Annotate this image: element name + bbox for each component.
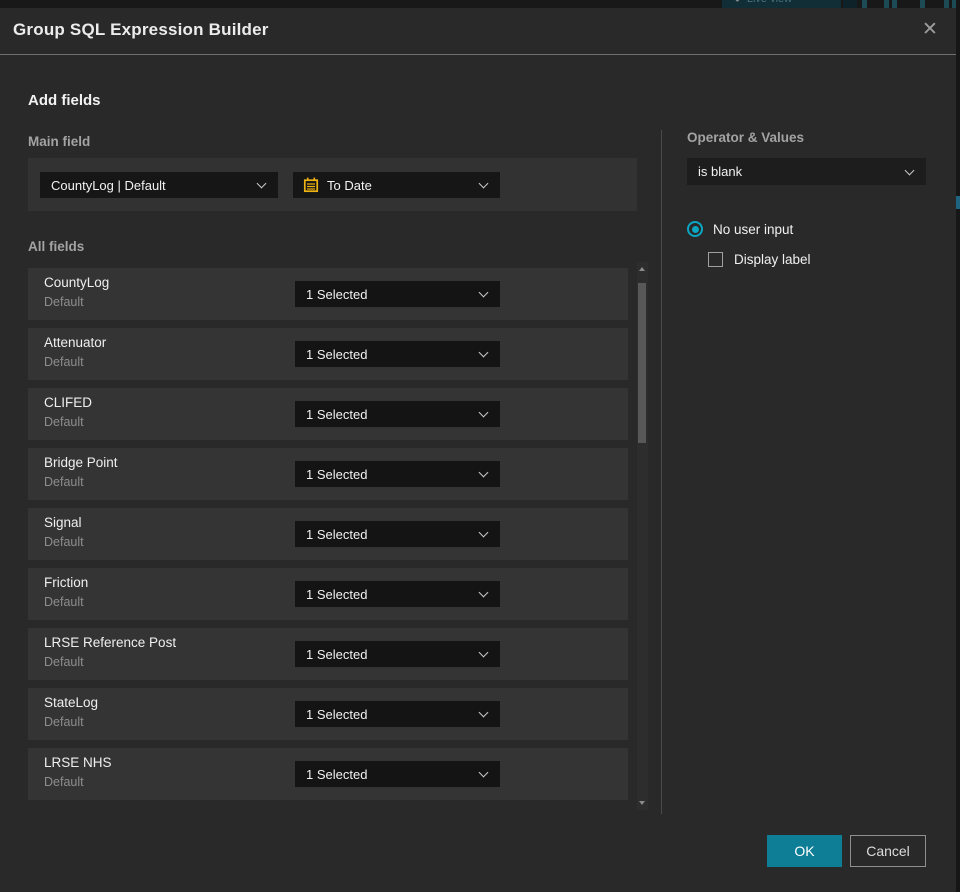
field-selection-value: 1 Selected (306, 526, 368, 542)
field-selection-dropdown[interactable]: 1 Selected (295, 641, 500, 667)
no-user-input-label: No user input (713, 221, 794, 237)
field-name: Signal (44, 515, 82, 530)
field-selection-dropdown[interactable]: 1 Selected (295, 281, 500, 307)
chevron-down-icon (478, 707, 489, 718)
chevron-down-icon (478, 287, 489, 298)
chevron-down-icon (256, 178, 267, 189)
all-fields-label: All fields (28, 239, 85, 254)
field-sublabel: Default (44, 535, 84, 549)
main-field-panel: CountyLog | Default To Date (28, 158, 637, 211)
chevron-down-icon (478, 178, 489, 189)
field-row-statelog: StateLog Default 1 Selected (28, 688, 628, 740)
scroll-down-icon[interactable] (639, 801, 645, 805)
live-view-label: Live view (747, 0, 792, 5)
checkbox-unchecked-icon (708, 252, 723, 267)
background-toolbar-icon (892, 0, 897, 8)
background-app-right-edge (956, 0, 960, 892)
chevron-down-icon (904, 165, 915, 175)
field-row-bridge-point: Bridge Point Default 1 Selected (28, 448, 628, 500)
field-selection-value: 1 Selected (306, 286, 368, 302)
field-sublabel: Default (44, 475, 84, 489)
scroll-up-icon[interactable] (639, 267, 645, 271)
field-selection-value: 1 Selected (306, 346, 368, 362)
field-row-friction: Friction Default 1 Selected (28, 568, 628, 620)
field-selection-value: 1 Selected (306, 406, 368, 422)
panel-divider (661, 130, 662, 814)
field-name: Bridge Point (44, 455, 118, 470)
field-row-lrse-reference-post: LRSE Reference Post Default 1 Selected (28, 628, 628, 680)
operator-select-value: is blank (698, 164, 743, 179)
display-label-label: Display label (734, 252, 811, 267)
field-sublabel: Default (44, 715, 84, 729)
background-toolbar-icon (884, 0, 889, 8)
ok-button[interactable]: OK (767, 835, 842, 867)
group-sql-expression-builder-dialog: Group SQL Expression Builder ✕ Add field… (0, 8, 956, 892)
background-toolbar-icon (920, 0, 925, 8)
background-toolbar-icon (944, 0, 949, 8)
chevron-down-icon (478, 527, 489, 538)
date-field-icon (303, 177, 319, 193)
dialog-titlebar: Group SQL Expression Builder ✕ (0, 8, 956, 55)
field-selection-value: 1 Selected (306, 766, 368, 782)
live-view-dot-icon: ● (735, 0, 740, 4)
field-selection-dropdown[interactable]: 1 Selected (295, 401, 500, 427)
field-name: LRSE NHS (44, 755, 112, 770)
field-row-lrse-nhs: LRSE NHS Default 1 Selected (28, 748, 628, 800)
main-field-select[interactable]: To Date (293, 172, 500, 198)
field-name: CLIFED (44, 395, 93, 410)
field-selection-value: 1 Selected (306, 586, 368, 602)
field-selection-dropdown[interactable]: 1 Selected (295, 341, 500, 367)
no-user-input-radio[interactable]: No user input (687, 221, 793, 237)
background-toolbar-icon (862, 0, 867, 8)
chevron-down-icon (478, 587, 489, 598)
field-name: Attenuator (44, 335, 107, 350)
background-selected-item-sliver (956, 196, 960, 209)
field-name: CountyLog (44, 275, 110, 290)
field-row-attenuator: Attenuator Default 1 Selected (28, 328, 628, 380)
field-name: Friction (44, 575, 89, 590)
field-name: LRSE Reference Post (44, 635, 177, 650)
chevron-down-icon (478, 407, 489, 418)
field-sublabel: Default (44, 775, 84, 789)
background-app-topbar: ● Live view (0, 0, 960, 8)
chevron-down-icon (478, 347, 489, 358)
field-sublabel: Default (44, 595, 84, 609)
layer-select-value: CountyLog | Default (51, 177, 166, 193)
display-label-checkbox[interactable]: Display label (708, 252, 811, 267)
main-field-select-value: To Date (327, 177, 372, 193)
scrollbar-thumb[interactable] (638, 283, 646, 443)
chevron-down-icon (478, 767, 489, 778)
field-selection-value: 1 Selected (306, 466, 368, 482)
field-selection-dropdown[interactable]: 1 Selected (295, 761, 500, 787)
close-icon[interactable]: ✕ (918, 18, 942, 42)
chevron-down-icon (478, 647, 489, 658)
add-fields-heading: Add fields (28, 92, 101, 109)
field-selection-value: 1 Selected (306, 706, 368, 722)
fields-list-scrollbar[interactable] (637, 262, 648, 810)
field-row-countylog: CountyLog Default 1 Selected (28, 268, 628, 320)
layer-select[interactable]: CountyLog | Default (40, 172, 278, 198)
field-selection-dropdown[interactable]: 1 Selected (295, 701, 500, 727)
field-selection-dropdown[interactable]: 1 Selected (295, 581, 500, 607)
field-sublabel: Default (44, 355, 84, 369)
operator-values-label: Operator & Values (687, 130, 805, 145)
live-view-button[interactable]: ● Live view (722, 0, 841, 8)
field-sublabel: Default (44, 655, 84, 669)
main-field-label: Main field (28, 134, 91, 149)
dialog-title: Group SQL Expression Builder (13, 20, 269, 39)
field-sublabel: Default (44, 415, 84, 429)
radio-selected-icon (687, 221, 703, 237)
field-row-clifed: CLIFED Default 1 Selected (28, 388, 628, 440)
field-selection-value: 1 Selected (306, 646, 368, 662)
field-selection-dropdown[interactable]: 1 Selected (295, 521, 500, 547)
field-row-signal: Signal Default 1 Selected (28, 508, 628, 560)
background-toolbar-icon (843, 0, 857, 8)
chevron-down-icon (478, 467, 489, 478)
cancel-button[interactable]: Cancel (850, 835, 926, 867)
field-sublabel: Default (44, 295, 84, 309)
operator-select[interactable]: is blank (687, 158, 926, 185)
field-selection-dropdown[interactable]: 1 Selected (295, 461, 500, 487)
field-name: StateLog (44, 695, 99, 710)
